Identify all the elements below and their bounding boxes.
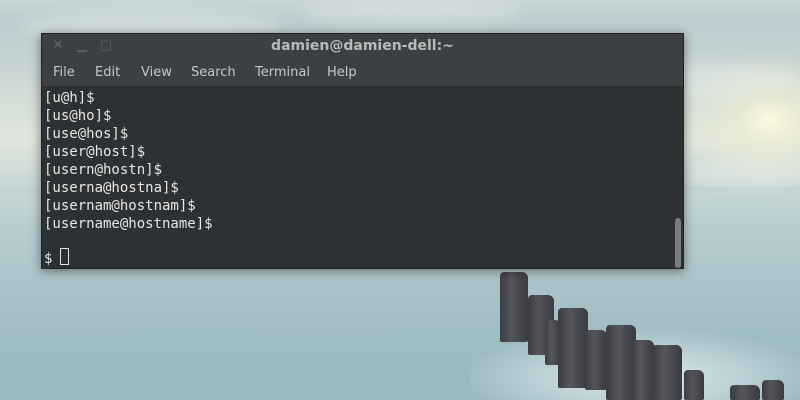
menu-terminal[interactable]: Terminal	[255, 60, 310, 86]
title-bar[interactable]: ✕ ▁ □ damien@damien-dell:~	[42, 34, 683, 60]
menu-file[interactable]: File	[53, 60, 75, 86]
terminal-line: [userna@hostna]$	[44, 180, 179, 196]
terminal-line: [user@host]$	[44, 144, 146, 160]
terminal-line: [us@ho]$	[44, 108, 112, 124]
scrollbar-thumb[interactable]	[675, 218, 681, 268]
menu-search[interactable]: Search	[191, 60, 236, 86]
menu-view[interactable]: View	[141, 60, 172, 86]
terminal-line: [usern@hostn]$	[44, 162, 163, 178]
terminal-lines: [u@h]$ [us@ho]$ [use@hos]$ [user@host]$ …	[44, 89, 213, 251]
scrollbar[interactable]	[673, 87, 683, 268]
terminal-output[interactable]: [u@h]$ [us@ho]$ [use@hos]$ [user@host]$ …	[42, 87, 674, 268]
terminal-line: [usernam@hostnam]$	[44, 198, 196, 214]
command-prompt: $	[44, 251, 61, 267]
menu-help[interactable]: Help	[327, 60, 357, 86]
terminal-line: [u@h]$	[44, 90, 95, 106]
text-cursor[interactable]	[60, 248, 69, 265]
terminal-line: [username@hostname]$	[44, 216, 213, 232]
terminal-line: [use@hos]$	[44, 126, 129, 142]
window-title: damien@damien-dell:~	[271, 38, 454, 54]
menu-edit[interactable]: Edit	[95, 60, 120, 86]
terminal-window[interactable]: ✕ ▁ □ damien@damien-dell:~ File Edit Vie…	[41, 33, 684, 269]
menu-bar: File Edit View Search Terminal Help	[42, 60, 683, 87]
